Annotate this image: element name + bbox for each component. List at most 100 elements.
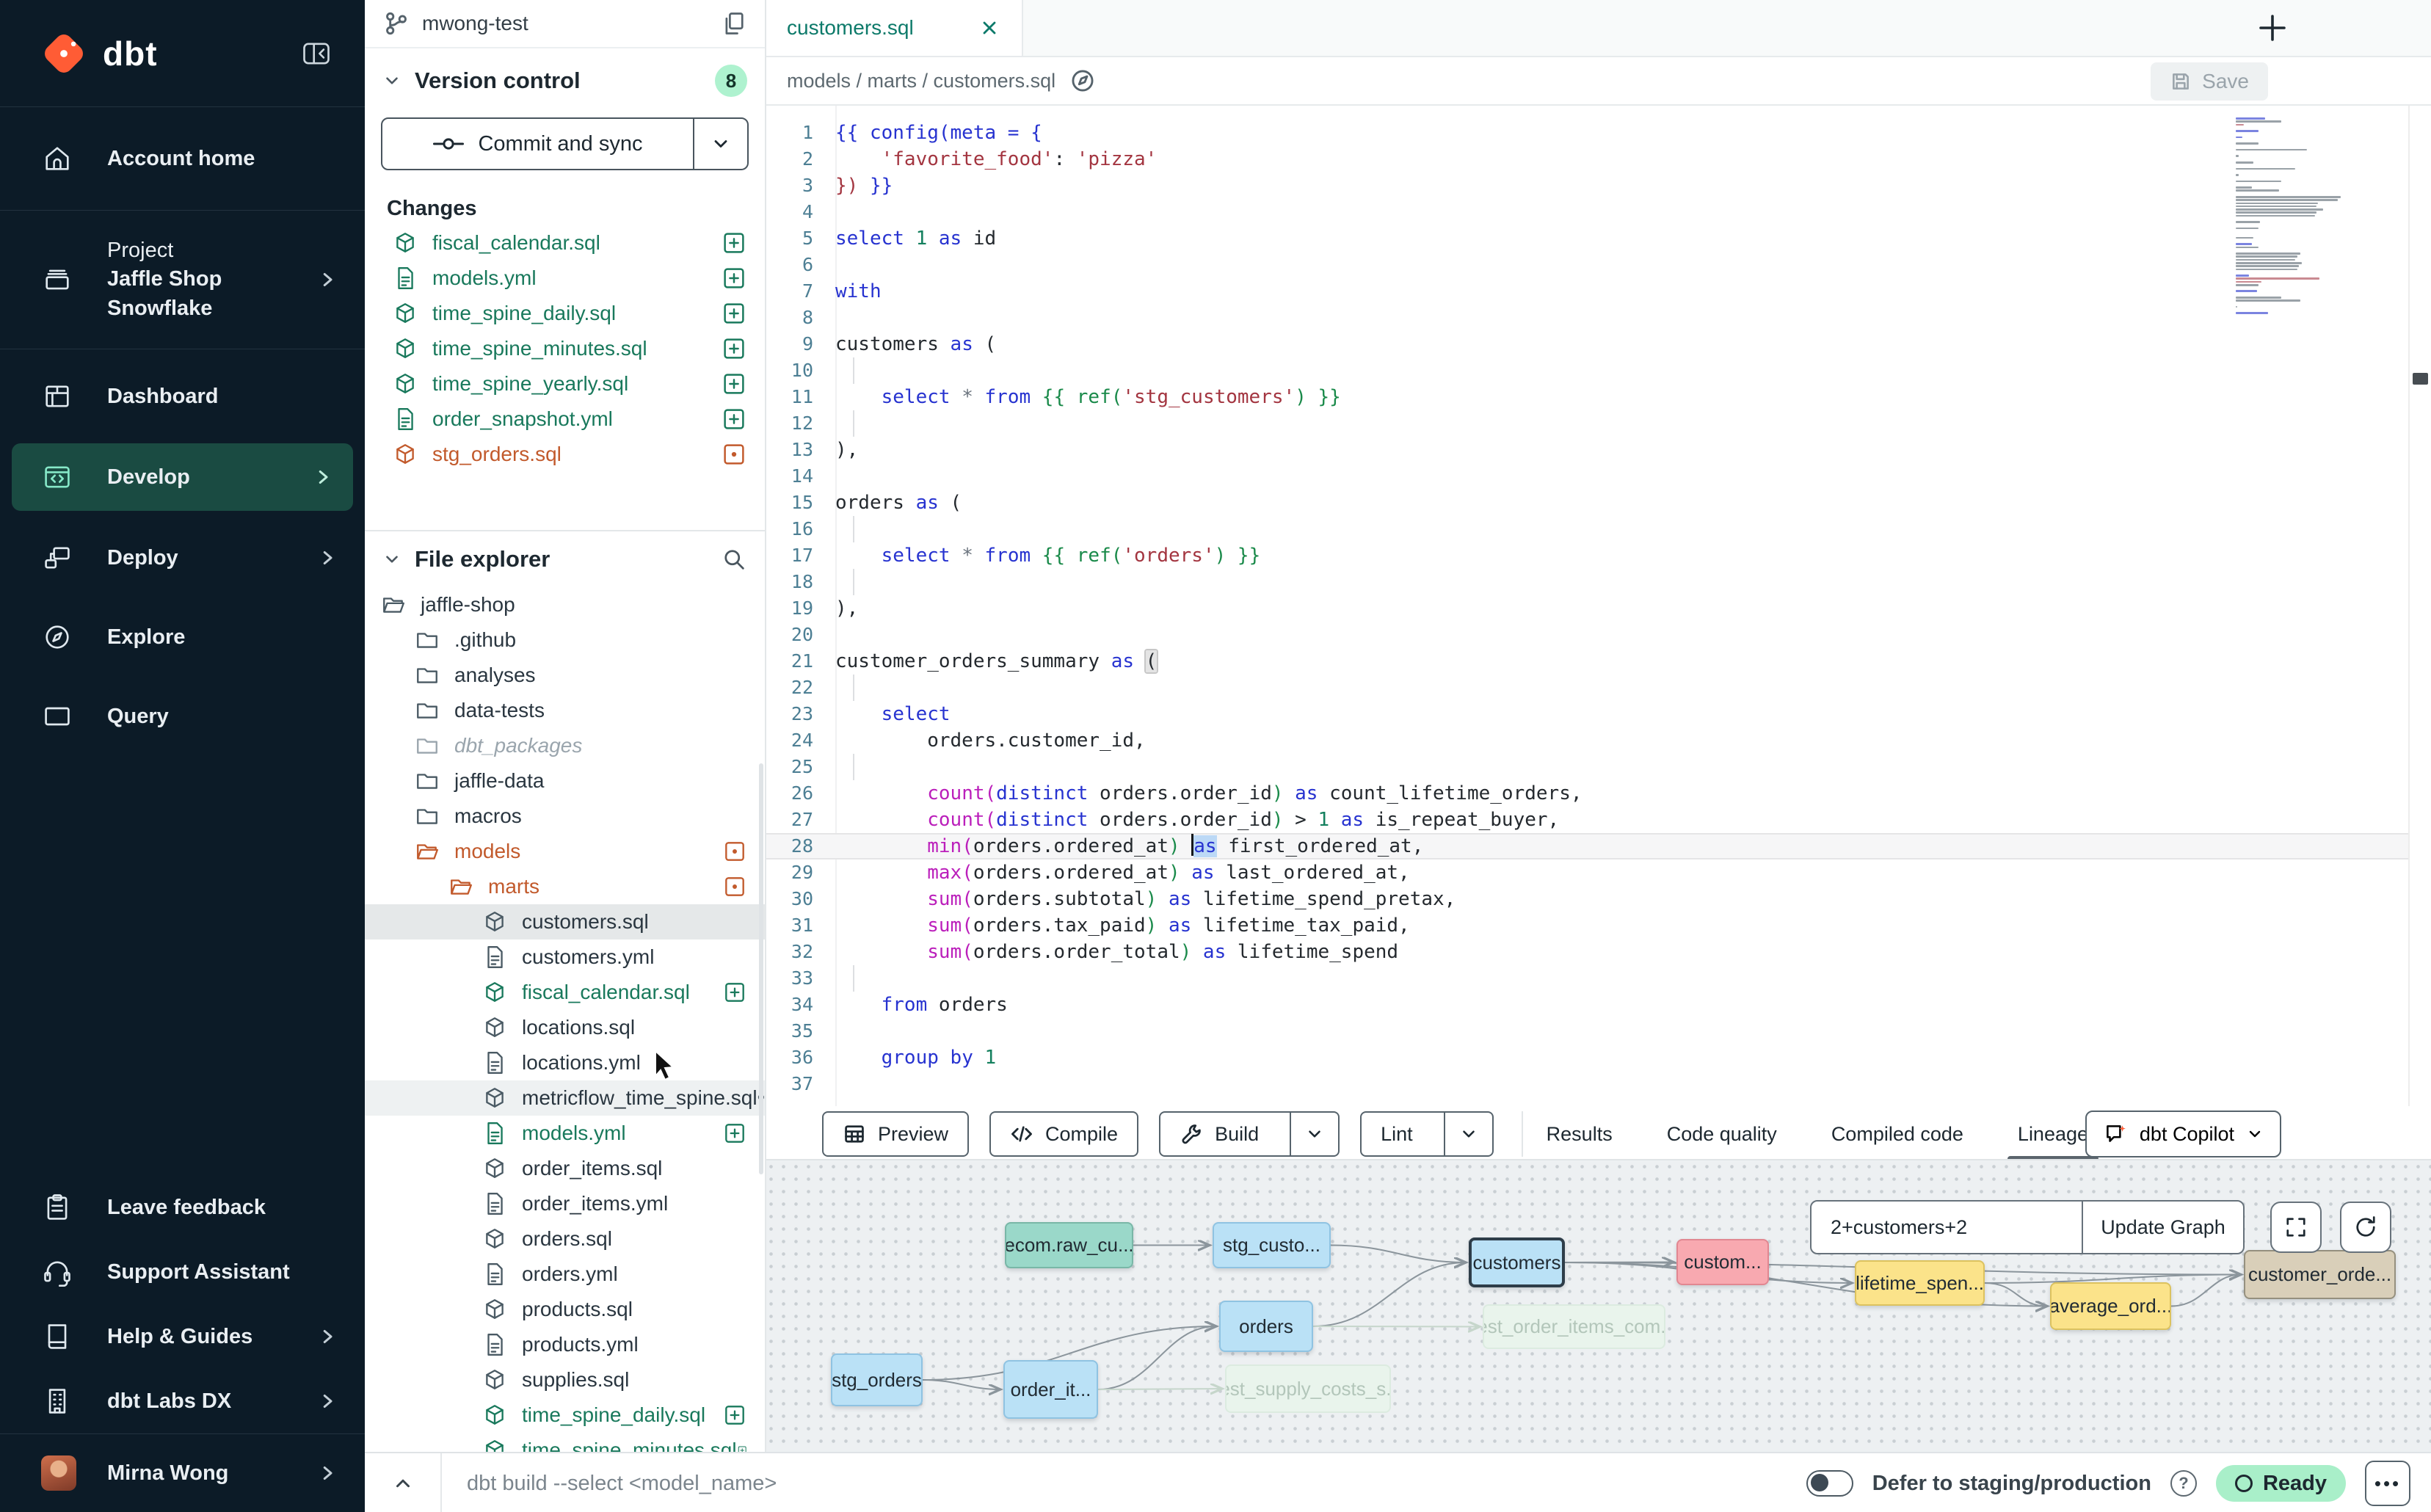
lineage-node-order_it[interactable]: order_it... xyxy=(1003,1360,1098,1419)
lineage-panel[interactable]: ecom.raw_cu...stg_custo...stg_ordersorde… xyxy=(765,1159,2431,1453)
lineage-node-lifetime[interactable]: lifetime_spen... xyxy=(1855,1260,1985,1306)
stage-file-icon[interactable] xyxy=(721,371,747,397)
lineage-node-ecom[interactable]: ecom.raw_cu... xyxy=(1005,1222,1133,1268)
stage-file-icon[interactable] xyxy=(722,1403,747,1428)
copy-icon[interactable] xyxy=(721,10,747,37)
code-line[interactable]: 34 from orders xyxy=(765,992,2410,1018)
code-line[interactable]: 32 sum(orders.order_total) as lifetime_s… xyxy=(765,939,2410,965)
lineage-compass-icon[interactable] xyxy=(1069,67,1097,95)
code-line[interactable]: 15orders as ( xyxy=(765,490,2410,516)
lineage-node-orders[interactable]: orders xyxy=(1219,1301,1313,1352)
change-row[interactable]: time_spine_daily.sql xyxy=(365,296,765,331)
help-icon[interactable]: ? xyxy=(2170,1470,2197,1497)
code-line[interactable]: 7with xyxy=(765,278,2410,305)
sidebar-item-leave-feedback[interactable]: Leave feedback xyxy=(0,1175,365,1240)
change-row[interactable]: time_spine_yearly.sql xyxy=(365,366,765,401)
update-graph-button[interactable]: Update Graph xyxy=(2082,1202,2243,1253)
file-row[interactable]: customers.sql xyxy=(365,904,765,939)
change-row[interactable]: models.yml xyxy=(365,261,765,296)
sidebar-item-query[interactable]: Query xyxy=(0,677,365,756)
fullscreen-button[interactable] xyxy=(2270,1202,2322,1253)
file-row[interactable]: orders.sql xyxy=(365,1221,765,1257)
editor-minimap[interactable] xyxy=(2236,117,2350,321)
code-line[interactable]: 17 select * from {{ ref('orders') }} xyxy=(765,542,2410,569)
lineage-search[interactable]: 2+customers+2 Update Graph xyxy=(1810,1200,2245,1254)
editor-scrollbar[interactable] xyxy=(2408,106,2431,1106)
code-line[interactable]: 3}) }} xyxy=(765,172,2410,199)
code-line[interactable]: 33 xyxy=(765,965,2410,992)
code-line[interactable]: 26 count(distinct orders.order_id) as co… xyxy=(765,780,2410,807)
change-row[interactable]: stg_orders.sql xyxy=(365,437,765,472)
file-row[interactable]: data-tests xyxy=(365,693,765,728)
sidebar-item-dashboard[interactable]: Dashboard xyxy=(0,357,365,436)
stage-file-icon[interactable] xyxy=(722,1121,747,1146)
file-row[interactable]: customers.yml xyxy=(365,939,765,975)
collapse-sidebar-icon[interactable] xyxy=(300,37,333,70)
code-line[interactable]: 12 xyxy=(765,410,2410,437)
code-line[interactable]: 5select 1 as id xyxy=(765,225,2410,252)
sidebar-item-project[interactable]: Project Jaffle Shop Snowflake xyxy=(0,211,365,349)
lineage-node-custom_pink[interactable]: custom... xyxy=(1676,1239,1769,1285)
stage-file-icon[interactable] xyxy=(721,300,747,327)
code-line[interactable]: 35 xyxy=(765,1018,2410,1044)
lineage-node-stg_orders[interactable]: stg_orders xyxy=(831,1353,923,1406)
lineage-node-test_supply[interactable]: test_supply_costs_s... xyxy=(1225,1364,1391,1413)
lint-button[interactable]: Lint xyxy=(1360,1111,1494,1157)
more-options-button[interactable]: ••• xyxy=(2365,1461,2410,1506)
code-line[interactable]: 29 max(orders.ordered_at) as last_ordere… xyxy=(765,859,2410,886)
stage-file-icon[interactable] xyxy=(721,265,747,291)
sidebar-user-menu[interactable]: Mirna Wong xyxy=(0,1433,365,1512)
branch-name[interactable]: mwong-test xyxy=(422,12,528,35)
change-row[interactable]: time_spine_minutes.sql xyxy=(365,331,765,366)
code-line[interactable]: 20 xyxy=(765,622,2410,648)
file-row[interactable]: time_spine_daily.sql xyxy=(365,1397,765,1433)
file-row[interactable]: jaffle-shop xyxy=(365,587,765,622)
file-row[interactable]: orders.yml xyxy=(365,1257,765,1292)
file-row[interactable]: jaffle-data xyxy=(365,763,765,799)
file-explorer-header[interactable]: File explorer xyxy=(365,531,765,587)
file-row[interactable]: models xyxy=(365,834,765,869)
code-line[interactable]: 2 'favorite_food': 'pizza' xyxy=(765,146,2410,172)
code-line[interactable]: 22 xyxy=(765,675,2410,701)
file-row[interactable]: analyses xyxy=(365,658,765,693)
code-line[interactable]: 6 xyxy=(765,252,2410,278)
file-tree-scrollbar[interactable] xyxy=(759,763,763,1174)
code-line[interactable]: 13), xyxy=(765,437,2410,463)
code-line[interactable]: 31 sum(orders.tax_paid) as lifetime_tax_… xyxy=(765,912,2410,939)
code-line[interactable]: 37 xyxy=(765,1071,2410,1097)
file-row[interactable]: .github xyxy=(365,622,765,658)
tab-lineage[interactable]: Lineage xyxy=(2018,1106,2088,1162)
preview-button[interactable]: Preview xyxy=(822,1111,969,1157)
commit-and-sync-button[interactable]: Commit and sync xyxy=(381,117,749,170)
code-line[interactable]: 1{{ config(meta = { xyxy=(765,120,2410,146)
tab-customers-sql[interactable]: customers.sql xyxy=(765,0,1023,56)
file-row[interactable]: locations.yml xyxy=(365,1045,765,1080)
file-row[interactable]: dbt_packages xyxy=(365,728,765,763)
file-row[interactable]: supplies.sql xyxy=(365,1362,765,1397)
lineage-node-test_order_items[interactable]: test_order_items_com... xyxy=(1483,1304,1665,1349)
file-row[interactable]: models.yml xyxy=(365,1116,765,1151)
sidebar-item-explore[interactable]: Explore xyxy=(0,597,365,677)
version-control-header[interactable]: Version control 8 xyxy=(365,48,765,113)
code-line[interactable]: 16 xyxy=(765,516,2410,542)
tab-compiled-code[interactable]: Compiled code xyxy=(1831,1106,1963,1162)
stage-file-icon[interactable] xyxy=(721,335,747,362)
code-line[interactable]: 23 select xyxy=(765,701,2410,727)
code-line[interactable]: 11 select * from {{ ref('stg_customers')… xyxy=(765,384,2410,410)
code-line[interactable]: 19), xyxy=(765,595,2410,622)
code-line[interactable]: 28 min(orders.ordered_at) as first_order… xyxy=(765,833,2410,859)
code-line[interactable]: 24 orders.customer_id, xyxy=(765,727,2410,754)
code-line[interactable]: 8 xyxy=(765,305,2410,331)
change-row[interactable]: order_snapshot.yml xyxy=(365,401,765,437)
code-line[interactable]: 9customers as ( xyxy=(765,331,2410,357)
file-row[interactable]: products.yml xyxy=(365,1327,765,1362)
lineage-node-customers[interactable]: customers xyxy=(1469,1237,1565,1287)
defer-toggle[interactable] xyxy=(1806,1470,1853,1497)
change-row[interactable]: fiscal_calendar.sql xyxy=(365,225,765,261)
collapse-panel-button[interactable] xyxy=(365,1453,442,1512)
sidebar-item-develop[interactable]: Develop xyxy=(12,443,353,511)
stage-file-icon[interactable] xyxy=(722,980,747,1005)
file-row[interactable]: order_items.yml xyxy=(365,1186,765,1221)
close-icon[interactable] xyxy=(979,18,1000,38)
code-line[interactable]: 36 group by 1 xyxy=(765,1044,2410,1071)
